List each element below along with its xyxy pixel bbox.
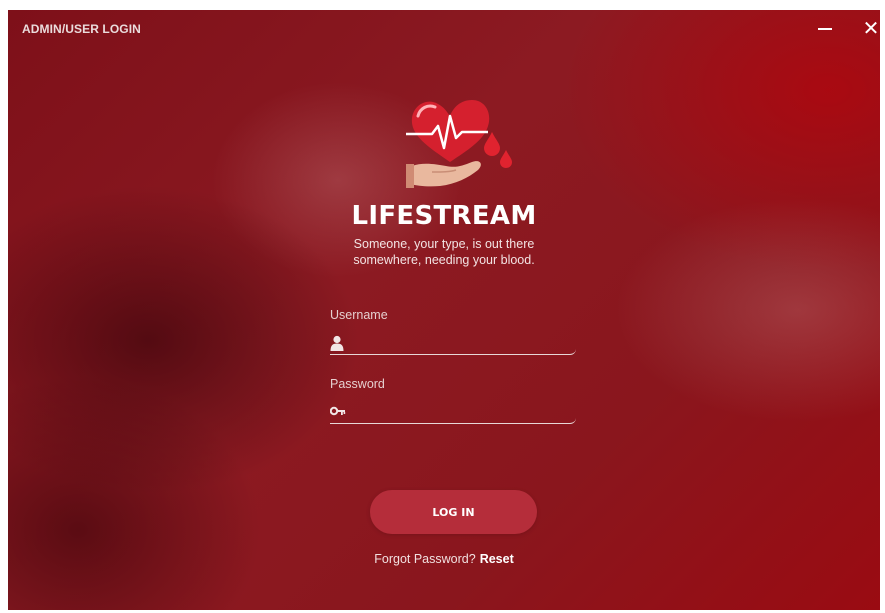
user-icon (330, 335, 344, 351)
app-name: LIFESTREAM (351, 201, 537, 231)
tagline-line-1: Someone, your type, is out there (353, 237, 535, 251)
minimize-icon (818, 28, 832, 30)
password-label: Password (330, 377, 385, 391)
heart-hand-blood-drop-logo (406, 100, 512, 188)
password-input[interactable] (354, 401, 574, 423)
forgot-password-row: Forgot Password? Reset (8, 552, 880, 566)
close-icon: ✕ (862, 18, 880, 40)
reset-link[interactable]: Reset (480, 552, 514, 566)
close-button[interactable]: ✕ (858, 16, 880, 42)
tagline: Someone, your type, is out there somewhe… (8, 236, 880, 268)
login-button[interactable]: LOG IN (370, 490, 537, 534)
forgot-password-text: Forgot Password? (374, 552, 476, 566)
tagline-line-2: somewhere, needing your blood. (353, 253, 535, 267)
username-input[interactable] (354, 332, 574, 354)
key-icon (330, 406, 346, 416)
username-field[interactable] (330, 332, 576, 355)
minimize-button[interactable] (812, 16, 838, 42)
password-field[interactable] (330, 401, 576, 424)
window-title: ADMIN/USER LOGIN (22, 22, 141, 36)
login-window: ADMIN/USER LOGIN ✕ LIFESTREAM Someone, y… (8, 10, 880, 610)
username-label: Username (330, 308, 388, 322)
